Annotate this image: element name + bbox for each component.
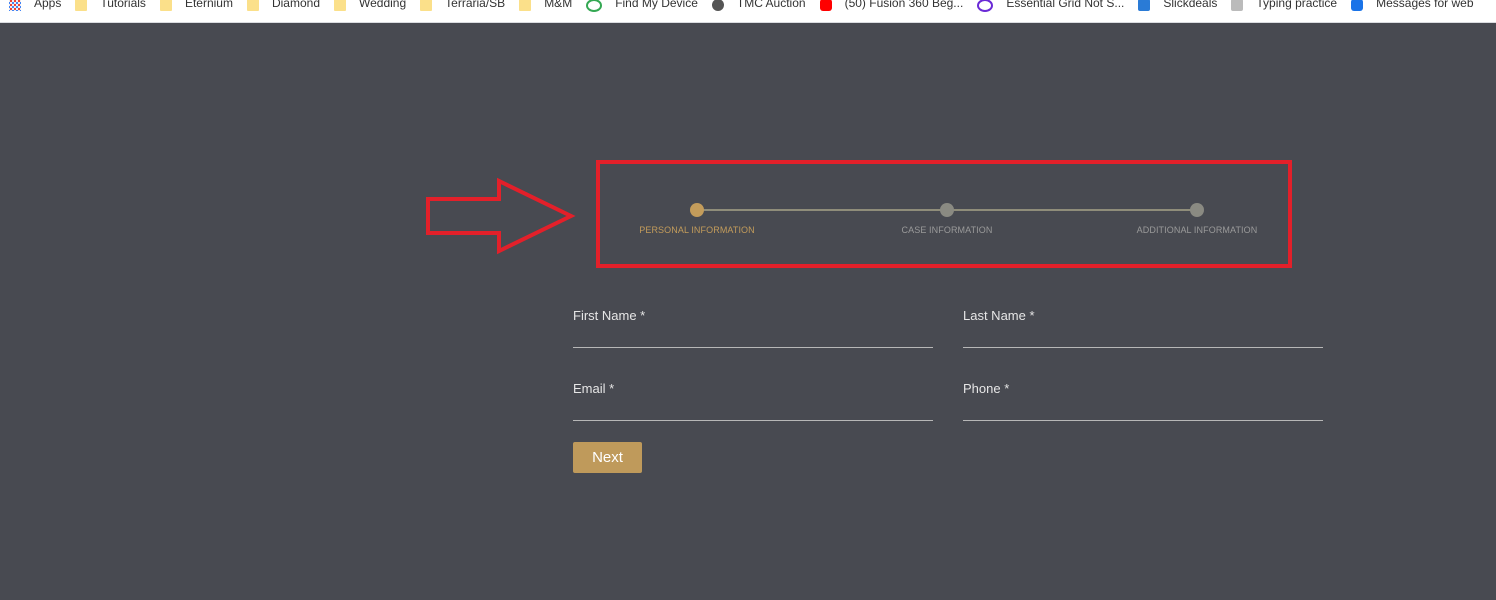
last-name-label: Last Name * (963, 308, 1035, 323)
folder-icon (75, 0, 88, 11)
bookmarks-bar: Apps Tutorials Eternium Diamond Wedding … (0, 0, 1496, 23)
youtube-icon (819, 0, 832, 11)
step-dot-personal-information[interactable] (690, 203, 704, 217)
typing-icon (1231, 0, 1244, 11)
bookmark-slickdeals[interactable]: Slickdeals (1130, 0, 1223, 11)
bookmark-find-my-device[interactable]: Find My Device (578, 0, 704, 12)
last-name-field: Last Name * (963, 308, 1323, 348)
step-dot-case-information[interactable] (940, 203, 954, 217)
themepunch-icon (977, 0, 994, 12)
email-label: Email * (573, 381, 615, 396)
phone-field: Phone * (963, 381, 1323, 421)
folder-icon (246, 0, 259, 11)
folder-icon (519, 0, 532, 11)
bookmark-fusion-360[interactable]: (50) Fusion 360 Beg... (812, 0, 970, 11)
find-my-device-icon (586, 0, 603, 12)
step-label-personal-information: PERSONAL INFORMATION (639, 225, 755, 235)
email-field: Email * (573, 381, 933, 421)
messages-icon (1351, 0, 1364, 11)
bookmark-folder-diamond[interactable]: Diamond (239, 0, 326, 11)
bookmark-folder-wedding[interactable]: Wedding (326, 0, 412, 11)
bookmark-essential-grid[interactable]: Essential Grid Not S... (969, 0, 1130, 12)
bookmark-messages-for-web[interactable]: Messages for web (1343, 0, 1479, 11)
apps-grid-icon (9, 0, 21, 11)
last-name-input[interactable] (963, 331, 1323, 348)
bookmark-apps[interactable]: Apps (0, 0, 67, 11)
folder-icon (420, 0, 433, 11)
step-label-additional-information: ADDITIONAL INFORMATION (1136, 225, 1258, 235)
annotation-arrow-icon (426, 177, 576, 255)
phone-label: Phone * (963, 381, 1010, 396)
email-input[interactable] (573, 404, 933, 421)
slickdeals-icon (1138, 0, 1151, 11)
next-button[interactable]: Next (573, 442, 642, 473)
phone-input[interactable] (963, 404, 1323, 421)
first-name-field: First Name * (573, 308, 933, 348)
bookmark-folder-eternium[interactable]: Eternium (152, 0, 239, 11)
bookmark-folder-tutorials[interactable]: Tutorials (67, 0, 152, 11)
step-label-case-information: CASE INFORMATION (901, 225, 993, 235)
folder-icon (159, 0, 172, 11)
globe-icon (711, 0, 724, 11)
first-name-label: First Name * (573, 308, 646, 323)
bookmark-folder-terraria[interactable]: Terraria/SB (412, 0, 511, 11)
first-name-input[interactable] (573, 331, 933, 348)
step-dot-additional-information[interactable] (1190, 203, 1204, 217)
bookmark-folder-mm[interactable]: M&M (511, 0, 578, 11)
bookmark-tmc-auction[interactable]: TMC Auction (704, 0, 812, 11)
bookmark-typing-practice[interactable]: Typing practice (1223, 0, 1343, 11)
folder-icon (334, 0, 346, 11)
